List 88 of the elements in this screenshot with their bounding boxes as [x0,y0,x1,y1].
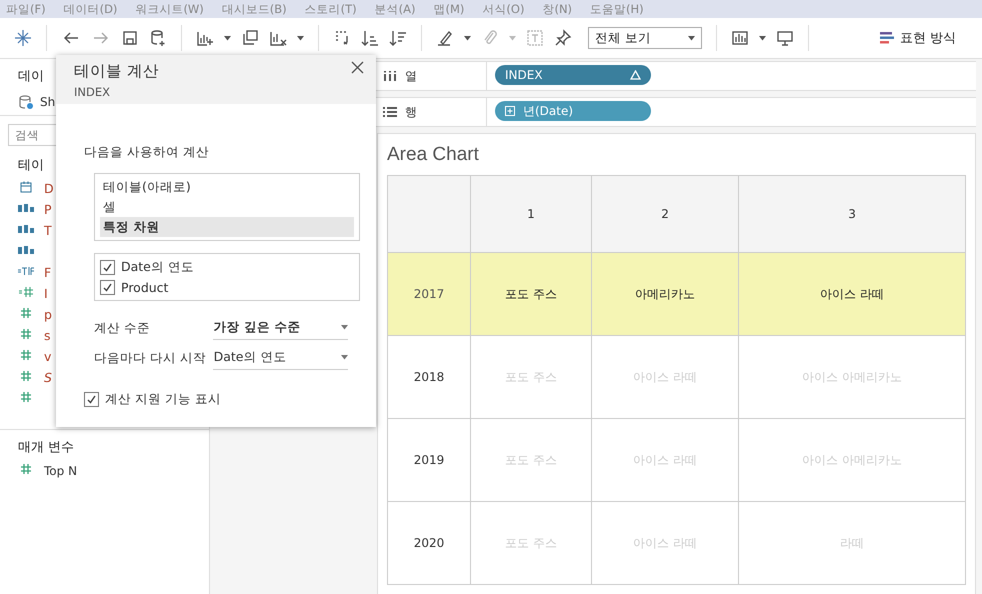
dialog-title: 테이블 계산 [74,61,159,82]
caret-icon[interactable] [464,36,471,40]
field-pill[interactable]: INDEX [495,65,651,85]
assist-label[interactable]: 계산 지원 기능 표시 [105,390,221,408]
field-name[interactable]: F [44,265,52,280]
caret-icon[interactable] [341,355,348,360]
text-type-icon [17,224,35,234]
datasource-name[interactable]: Sh [40,95,56,109]
panel-title: 데이 [18,69,44,84]
logo-icon[interactable] [14,29,32,47]
expand-icon [505,106,515,116]
dialog-subtitle: INDEX [74,85,110,99]
column-header: 1 [470,176,592,252]
checkbox[interactable] [100,280,115,294]
section-title: 테이 [18,158,44,173]
field-name[interactable]: S [44,370,52,385]
row-header[interactable]: 2019 [388,418,470,502]
text-type-icon [17,245,35,255]
bar-chart-icon[interactable] [731,29,749,47]
dimension-label[interactable]: Date의 연도 [121,258,194,276]
table-cell: 아메리카노 [591,252,739,336]
table-cell: 포도 주스 [470,252,592,336]
parameter-name[interactable]: Top N [44,464,78,478]
sheet-title: Area Chart [387,144,480,166]
row-header[interactable]: 2020 [388,502,470,584]
sort-ascending-icon[interactable] [361,29,379,47]
field-pill[interactable]: 년(Date) [495,101,651,121]
dimension-label[interactable]: Product [121,280,168,294]
caret-icon[interactable] [341,325,348,330]
table-cell: 아이스 라떼 [738,252,966,336]
view-dropdown[interactable]: 전체 보기 [588,27,702,49]
boolean-type-icon [17,266,35,276]
checkmark-icon [102,262,113,272]
field-name[interactable]: v [44,349,52,364]
column-header: 2 [591,176,739,252]
highlighter-icon[interactable] [436,29,454,47]
save-icon[interactable] [121,29,139,47]
setting-label: 계산 수준 [94,320,151,336]
row-header[interactable]: 2017 [388,252,470,336]
list-option[interactable]: 특정 차원 [100,217,354,237]
checkbox[interactable] [100,260,115,274]
text-type-icon [17,203,35,213]
checkmark-icon [102,282,113,292]
field-name[interactable]: s [44,328,51,343]
rows-icon [383,107,397,117]
caret-icon[interactable] [297,36,304,40]
measure-icon [20,370,32,382]
column-header: 3 [738,176,966,252]
datasource-icon [18,94,34,110]
show-me-icon [880,32,894,44]
measure-icon [20,349,32,361]
close-icon [351,61,364,74]
checkbox[interactable] [84,392,99,406]
caret-icon[interactable] [688,36,695,40]
section-title: 매개 변수 [0,429,209,460]
caret-icon[interactable] [224,36,231,40]
row-header[interactable]: 2018 [388,336,470,418]
presentation-icon[interactable] [776,29,794,47]
calendar-icon [20,181,32,193]
measure-icon [20,391,32,403]
delta-icon [630,70,641,80]
list-option[interactable]: 테이블(아래로) [100,177,354,197]
compute-using-label: 다음을 사용하여 계산 [84,144,209,161]
columns-icon [383,71,397,81]
setting-dropdown[interactable]: Date의 연도 [212,346,348,370]
add-datasource-icon[interactable] [149,29,167,47]
duplicate-sheet-icon[interactable] [241,29,259,47]
setting-label: 다음마다 다시 시작 [94,350,207,366]
clear-sheet-icon[interactable] [269,29,287,47]
measure-icon [20,463,32,475]
show-me-button[interactable]: 표현 방식 [880,29,956,47]
calculated-measure-icon [18,286,34,298]
measure-icon [20,328,32,340]
field-name[interactable]: T [44,223,52,238]
checkmark-icon [86,394,97,404]
new-worksheet-icon[interactable] [196,29,214,47]
shelf-label: 행 [405,104,417,120]
pin-icon[interactable] [554,29,572,47]
setting-dropdown[interactable]: 가장 깊은 수준 [212,316,348,340]
field-name[interactable]: D [44,181,54,196]
field-name[interactable]: p [44,307,52,322]
measure-icon [20,307,32,319]
field-name[interactable]: P [44,202,52,217]
field-name[interactable]: I [44,286,48,301]
sort-descending-icon[interactable] [389,29,407,47]
list-option[interactable]: 셀 [100,197,354,217]
caret-icon[interactable] [759,36,766,40]
shelf-label: 열 [405,68,417,84]
